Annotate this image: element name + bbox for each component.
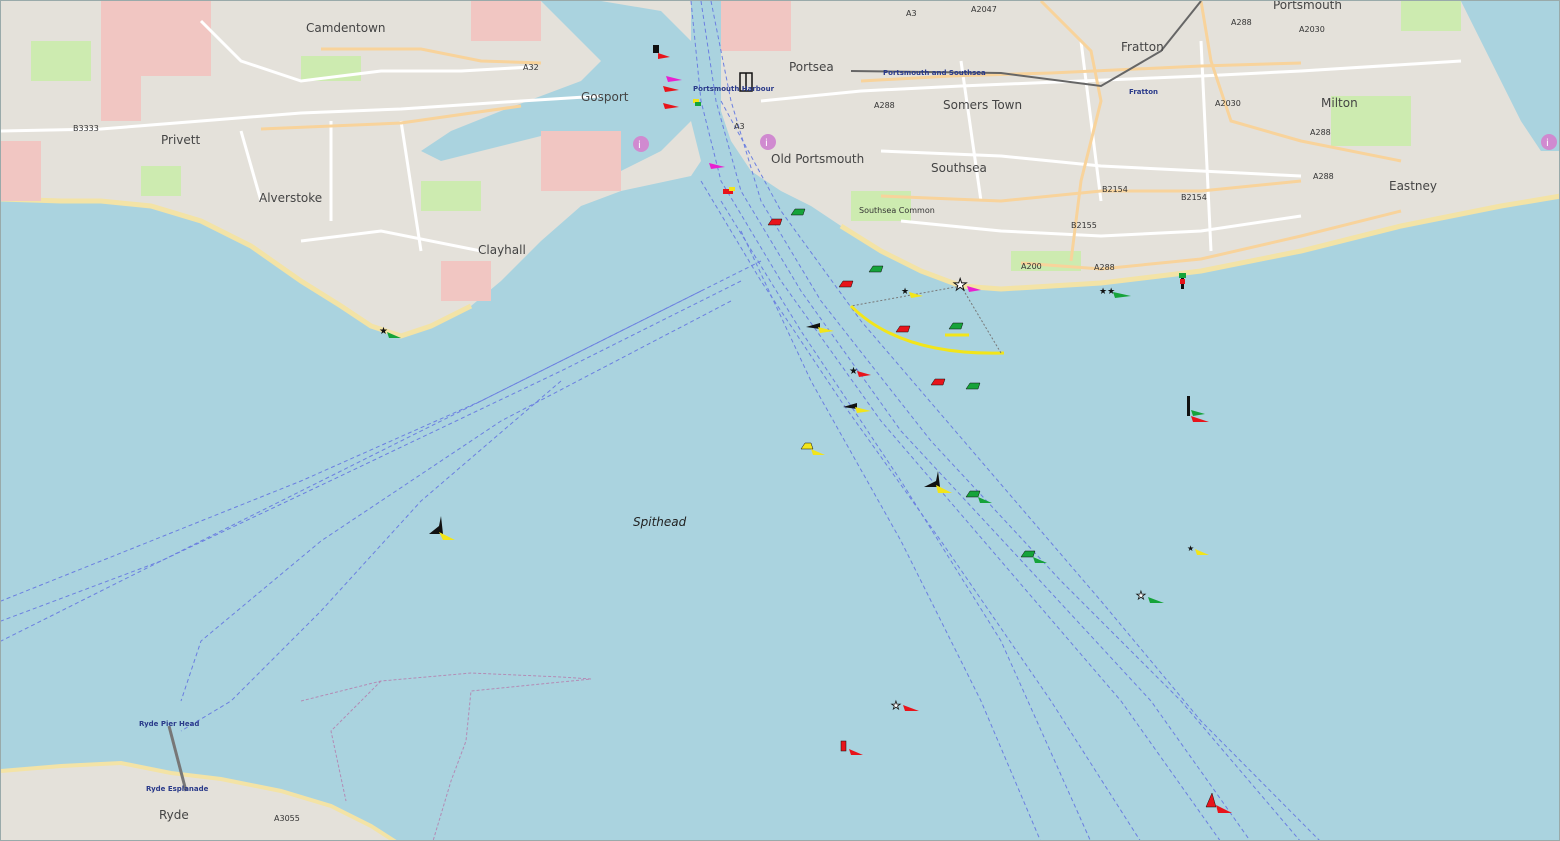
dockyard-area <box>721 1 791 51</box>
road-label: B2155 <box>1071 221 1097 230</box>
svg-text:i: i <box>765 138 768 149</box>
place-label: Portsea <box>789 60 834 74</box>
map-canvas[interactable]: ★ ★ ★ ★ ★★ ★ ★ ★ i i i Camdentown Portsm… <box>1 1 1560 841</box>
place-label: Somers Town <box>943 98 1022 112</box>
place-label: Privett <box>161 133 200 147</box>
svg-text:i: i <box>1546 138 1549 149</box>
svg-text:★: ★ <box>379 326 388 337</box>
svg-text:★: ★ <box>1187 544 1194 553</box>
information-icon[interactable]: i <box>760 134 776 150</box>
restricted-area-1 <box>101 1 211 76</box>
road-label: B3333 <box>73 124 99 133</box>
place-label: Clayhall <box>478 243 526 257</box>
svg-text:★: ★ <box>953 275 967 294</box>
park-2 <box>141 166 181 196</box>
pier-label: Portsmouth and Southsea <box>883 69 986 77</box>
road-label: A200 <box>1021 262 1042 271</box>
place-label: Fratton <box>1121 40 1164 54</box>
road-label: A3055 <box>274 814 300 823</box>
road-label: B2154 <box>1181 193 1207 202</box>
road-label: A288 <box>1310 128 1331 137</box>
road-label: A288 <box>1231 18 1252 27</box>
road-label: A2030 <box>1299 25 1325 34</box>
road-label: A288 <box>1094 263 1115 272</box>
restricted-area-5 <box>471 1 541 41</box>
pier-label: Ryde Pier Head <box>139 720 199 728</box>
road-label: A3 <box>734 122 745 131</box>
park-east-1 <box>1401 1 1461 31</box>
svg-text:i: i <box>638 140 641 151</box>
place-label: Ryde <box>159 808 189 822</box>
place-label: Camdentown <box>306 21 386 35</box>
road-label: A2047 <box>971 5 997 14</box>
park-label: Southsea Common <box>859 206 935 215</box>
park-3 <box>421 181 481 211</box>
sea-label: Spithead <box>633 515 687 529</box>
svg-text:★: ★ <box>849 366 858 377</box>
road-label: A2030 <box>1215 99 1241 108</box>
restricted-area-4 <box>441 261 491 301</box>
restricted-area-3 <box>1 141 41 201</box>
road-label: A3 <box>906 9 917 18</box>
road-label: A288 <box>1313 172 1334 181</box>
place-label: Eastney <box>1389 179 1437 193</box>
pier-label: Fratton <box>1129 88 1158 96</box>
svg-text:★: ★ <box>1136 589 1146 602</box>
svg-text:★: ★ <box>891 699 901 712</box>
place-label: Gosport <box>581 90 629 104</box>
restricted-area-6 <box>541 131 621 191</box>
road-label: A288 <box>874 101 895 110</box>
svg-text:★: ★ <box>901 287 909 297</box>
place-label: Old Portsmouth <box>771 152 864 166</box>
restricted-area-2 <box>101 76 141 121</box>
road-label: A32 <box>523 63 539 72</box>
nautical-map[interactable]: ★ ★ ★ ★ ★★ ★ ★ ★ i i i Camdentown Portsm… <box>0 0 1560 841</box>
pier-label: Ryde Esplanade <box>146 785 209 793</box>
place-label: Portsmouth <box>1273 1 1342 12</box>
information-icon[interactable]: i <box>1541 134 1557 150</box>
place-label: Milton <box>1321 96 1358 110</box>
svg-text:★★: ★★ <box>1099 287 1115 297</box>
place-label: Southsea <box>931 161 987 175</box>
road-label: B2154 <box>1102 185 1128 194</box>
place-label: Alverstoke <box>259 191 322 205</box>
park-4 <box>31 41 91 81</box>
pier-label: Portsmouth Harbour <box>693 85 775 93</box>
information-icon[interactable]: i <box>633 136 649 152</box>
